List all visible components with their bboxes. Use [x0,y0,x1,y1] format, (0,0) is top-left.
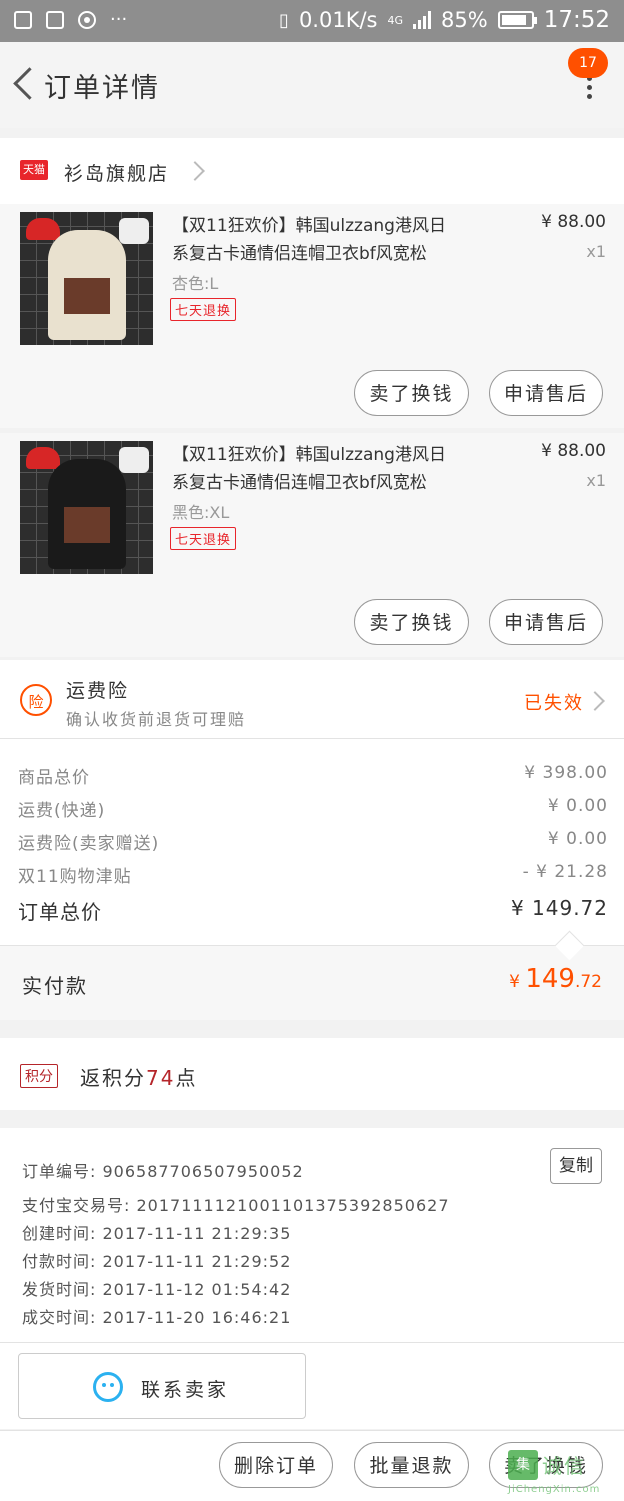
insurance-subtitle: 确认收货前退货可理赔 [66,710,247,729]
store-name: 衫岛旗舰店 [64,163,170,185]
after-sales-button[interactable]: 申请售后 [489,599,603,645]
product-item[interactable]: 【双11狂欢价】韩国ulzzang港风日 系复古卡通情侣连帽卫衣bf风宽松 黑色… [0,433,624,657]
completed-time: 成交时间: 2017-11-20 16:46:21 [22,1308,292,1327]
site-watermark: 集 诚信 JiChengXin.com [508,1450,618,1498]
breakdown-row: 商品总价 ¥ 398.00 [18,763,608,788]
points-tag: 积分 [20,1064,58,1088]
amount-paid-value: ¥ 149.72 [509,964,602,994]
net-speed: 0.01K/s [298,8,378,32]
clock: 17:52 [543,7,610,33]
sell-item-button[interactable]: 卖了换钱 [354,370,469,416]
product-qty: x1 [586,242,606,261]
back-icon[interactable] [10,66,40,102]
product-qty: x1 [586,471,606,490]
image-icon [46,10,64,29]
insurance-icon: 险 [20,684,52,716]
after-sales-button[interactable]: 申请售后 [489,370,603,416]
points-text: 返积分74点 [80,1066,198,1090]
more-menu-icon[interactable] [584,72,594,112]
breakdown-row: 运费(快递) ¥ 0.00 [18,796,608,821]
tmall-logo: 天猫 [20,160,48,180]
store-row[interactable]: 天猫 衫岛旗舰店 [0,138,624,204]
battery-icon [497,11,537,29]
wangwang-chat-icon [93,1372,123,1402]
shipped-time: 发货时间: 2017-11-12 01:54:42 [22,1280,292,1299]
contact-seller-label: 联系卖家 [141,1379,230,1401]
order-number: 订单编号: 906587706507950052 [22,1162,304,1181]
product-item[interactable]: 【双11狂欢价】韩国ulzzang港风日 系复古卡通情侣连帽卫衣bf风宽松 杏色… [0,204,624,428]
shipping-insurance-row[interactable]: 险 运费险 确认收货前退货可理赔 已失效 [0,660,624,739]
points-row: 积分 返积分74点 [0,1038,624,1110]
order-info: 订单编号: 906587706507950052 复制 支付宝交易号: 2017… [0,1128,624,1343]
product-sku: 黑色:XL [172,503,230,522]
product-price: ¥ 88.00 [541,441,606,461]
record-icon [78,10,96,29]
page-title: 订单详情 [44,73,160,104]
signal-icon [413,11,432,29]
amount-paid-label: 实付款 [22,974,88,998]
product-image[interactable] [20,212,153,345]
chevron-right-icon [185,161,205,181]
batch-refund-button[interactable]: 批量退款 [354,1442,469,1488]
seven-day-return-tag: 七天退换 [170,298,237,321]
insurance-status: 已失效 [524,693,584,714]
amount-paid-row: 实付款 ¥ 149.72 [0,930,624,1020]
product-sku: 杏色:L [172,274,219,293]
copy-button[interactable]: 复制 [550,1148,602,1184]
status-bar: ··· ▯ 0.01K/s 4G 85% 17:52 [0,0,624,42]
screenshot-icon [14,10,32,29]
breakdown-row: 双11购物津贴 - ¥ 21.28 [18,862,608,887]
vibrate-icon: ▯ [279,9,289,31]
alipay-number: 支付宝交易号: 2017111121001101375392850627 [22,1196,450,1215]
product-title[interactable]: 【双11狂欢价】韩国ulzzang港风日 系复古卡通情侣连帽卫衣bf风宽松 [172,441,482,497]
paid-time: 付款时间: 2017-11-11 21:29:52 [22,1252,292,1271]
message-badge: 17 [568,48,608,78]
order-total-row: 订单总价 ¥ 149.72 [18,896,608,924]
sell-item-button[interactable]: 卖了换钱 [354,599,469,645]
breakdown-row: 运费险(卖家赠送) ¥ 0.00 [18,829,608,854]
more-notifications-icon: ··· [110,9,128,30]
product-price: ¥ 88.00 [541,212,606,232]
contact-section: 联系卖家 [0,1343,624,1429]
header: 订单详情 17 [0,42,624,128]
insurance-title: 运费险 [66,680,130,702]
battery-percent: 85% [441,8,488,32]
price-breakdown: 商品总价 ¥ 398.00 运费(快递) ¥ 0.00 运费险(卖家赠送) ¥ 0.0… [0,739,624,946]
product-image[interactable] [20,441,153,574]
created-time: 创建时间: 2017-11-11 21:29:35 [22,1224,292,1243]
product-title[interactable]: 【双11狂欢价】韩国ulzzang港风日 系复古卡通情侣连帽卫衣bf风宽松 [172,212,482,268]
contact-seller-button[interactable]: 联系卖家 [18,1353,306,1419]
seven-day-return-tag: 七天退换 [170,527,237,550]
network-type: 4G [387,13,404,27]
delete-order-button[interactable]: 删除订单 [219,1442,333,1488]
chevron-right-icon [585,691,605,711]
